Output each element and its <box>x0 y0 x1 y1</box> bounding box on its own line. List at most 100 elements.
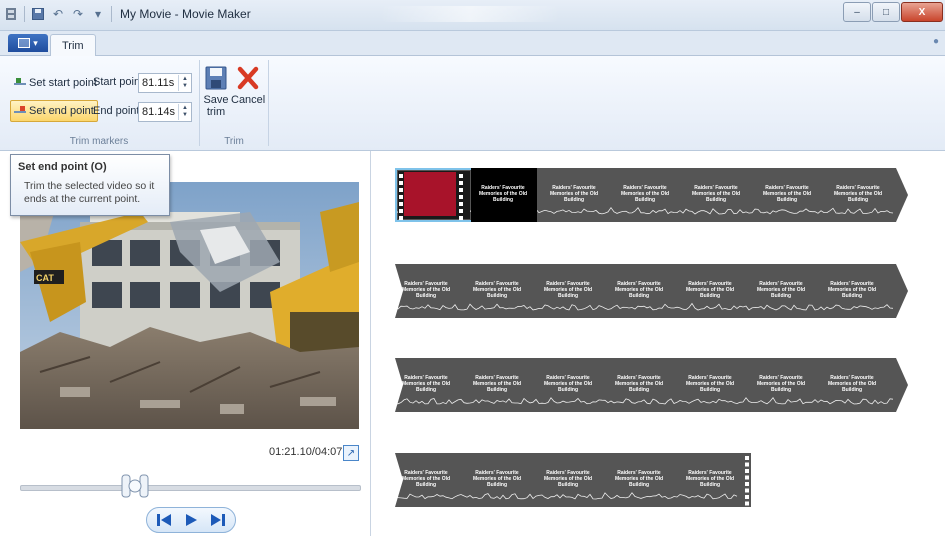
clip-caption: Raiders' Favourite Memories of the Old Bui… <box>398 470 454 488</box>
set-start-point-button[interactable]: Set start point <box>10 72 101 94</box>
minimize-icon[interactable]: – <box>843 2 871 22</box>
tab-trim-label: Trim <box>62 39 84 52</box>
clip-caption: Raiders' Favourite Memories of the Old Bui… <box>753 281 809 299</box>
clip-caption-line: Building <box>629 482 649 488</box>
film-perforation <box>745 462 749 467</box>
end-point-spinner[interactable]: 81.14s ▲ ▼ <box>138 102 192 122</box>
tooltip-body: Trim the selected video so it ends at th… <box>24 180 155 205</box>
save-trim-label-2: trim <box>206 106 226 118</box>
clip-caption: Raiders' Favourite Memories of the Old Bui… <box>469 375 525 393</box>
window-controls: – □ X <box>843 2 943 22</box>
end-point-value[interactable]: 81.14s <box>139 106 178 118</box>
selected-frame-thumbnail[interactable] <box>404 172 456 216</box>
tooltip-title: Set end point (O) <box>18 161 107 173</box>
customize-dropdown-icon[interactable]: ▾ <box>91 6 105 22</box>
clip-caption-line: Building <box>558 293 578 299</box>
clip-caption-line: Building <box>629 387 649 393</box>
video-preview[interactable]: CAT <box>20 182 359 429</box>
spinner-arrows-icon[interactable]: ▲ ▼ <box>178 75 191 91</box>
clip-caption: Raiders' Favourite Memories of the Old Bui… <box>469 281 525 299</box>
film-perforation <box>745 501 749 506</box>
save-trim-button[interactable]: Save trim <box>201 66 231 118</box>
clip-caption-line: Building <box>700 387 720 393</box>
clip-caption-line: Building <box>416 387 436 393</box>
clip-caption: Raiders' Favourite Memories of the Old Bui… <box>759 185 815 203</box>
clip-caption-line: Building <box>848 197 868 203</box>
clip-caption-line: Building <box>771 293 791 299</box>
film-perforation <box>745 482 749 486</box>
start-flag-icon <box>14 78 26 88</box>
clip-caption-line: Building <box>635 197 655 203</box>
storyboard-row[interactable]: Raiders' Favourite Memories of the Old Bui… <box>395 168 908 222</box>
close-glyph: X <box>918 6 926 18</box>
film-perforation <box>459 188 463 192</box>
title-bar: ↶ ↷ ▾ My Movie - Movie Maker – □ X <box>0 0 945 31</box>
clip-caption: Raiders' Favourite Memories of the Old Bui… <box>611 375 667 393</box>
cancel-button[interactable]: Cancel <box>231 66 265 106</box>
storyboard-row[interactable]: Raiders' Favourite Memories of the Old Bui… <box>395 453 751 507</box>
playback-controls <box>146 507 236 533</box>
popout-preview-icon[interactable]: ↗ <box>343 445 359 461</box>
group-trim-markers: Set start point Set end point Start poin… <box>0 56 198 150</box>
quick-access-toolbar: ↶ ↷ ▾ <box>4 6 112 22</box>
seek-bar[interactable] <box>20 485 361 491</box>
clip-caption: Raiders' Favourite Memories of the Old Bui… <box>682 470 738 488</box>
set-start-point-label: Set start point <box>29 77 97 89</box>
redo-icon[interactable]: ↷ <box>71 6 85 22</box>
clip-caption: Raiders' Favourite Memories of the Old Bui… <box>540 375 596 393</box>
start-point-spinner[interactable]: 81.11s ▲ ▼ <box>138 73 192 93</box>
clip-caption: Raiders' Favourite Memories of the Old Bui… <box>824 281 880 299</box>
clip-caption: Raiders' Favourite Memories of the Old Bui… <box>688 185 744 203</box>
clip-caption-line: Building <box>771 387 791 393</box>
play-icon[interactable] <box>179 510 203 530</box>
film-perforation <box>399 195 403 199</box>
save-icon[interactable] <box>31 6 45 22</box>
clip-caption-line: Building <box>564 197 584 203</box>
clip-caption: Raiders' Favourite Memories of the Old Bui… <box>617 185 673 203</box>
clip-caption-line: Building <box>629 293 649 299</box>
close-icon[interactable]: X <box>901 2 943 22</box>
clip-caption: Raiders' Favourite Memories of the Old Bui… <box>540 281 596 299</box>
clip-caption: Raiders' Favourite Memories of the Old Bui… <box>540 470 596 488</box>
save-trim-label-1: Save <box>203 94 229 106</box>
clip-caption-line: Building <box>558 387 578 393</box>
start-point-value[interactable]: 81.11s <box>139 77 178 89</box>
spinner-arrows-icon[interactable]: ▲ ▼ <box>178 104 191 120</box>
clip-caption-line: Building <box>842 293 862 299</box>
help-icon[interactable]: ● <box>933 36 943 48</box>
restore-icon[interactable]: □ <box>872 2 900 22</box>
clip-caption: Raiders' Favourite Memories of the Old Bui… <box>469 470 525 488</box>
application-menu-button[interactable]: ▾ <box>8 34 48 52</box>
film-perforation <box>459 209 463 213</box>
storyboard: Raiders' Favourite Memories of the Old Bui… <box>371 151 945 536</box>
storyboard-row[interactable]: Raiders' Favourite Memories of the Old Bui… <box>395 358 908 412</box>
clip-caption: Raiders' Favourite Memories of the Old Bui… <box>398 375 454 393</box>
set-end-point-label: Set end point <box>29 105 94 117</box>
clip-caption-line: Building <box>487 482 507 488</box>
group-separator <box>268 60 269 146</box>
clip-caption: Raiders' Favourite Memories of the Old Bui… <box>682 375 738 393</box>
seek-thumb[interactable] <box>121 474 149 498</box>
undo-icon[interactable]: ↶ <box>51 6 65 22</box>
next-frame-icon[interactable] <box>206 510 230 530</box>
clip-caption: Raiders' Favourite Memories of the Old Bui… <box>611 281 667 299</box>
group-label-trim-markers: Trim markers <box>69 136 129 147</box>
film-perforation <box>745 488 749 493</box>
film-perforation <box>399 181 403 185</box>
tab-trim[interactable]: Trim <box>50 34 96 56</box>
film-perforation <box>745 469 749 473</box>
clip-caption: Raiders' Favourite Memories of the Old Bui… <box>475 185 531 203</box>
qat-separator <box>111 6 112 22</box>
previous-frame-icon[interactable] <box>152 510 176 530</box>
app-icon[interactable] <box>4 6 18 22</box>
svg-text:CAT: CAT <box>36 273 54 283</box>
cancel-x-icon <box>236 66 260 90</box>
end-flag-icon <box>14 106 26 116</box>
film-perforation <box>459 202 463 206</box>
film-perforation <box>399 188 403 192</box>
clip-caption-line: Building <box>416 293 436 299</box>
film-perforation <box>399 209 403 213</box>
clip-caption: Raiders' Favourite Memories of the Old Bui… <box>546 185 602 203</box>
set-end-point-button[interactable]: Set end point <box>10 100 98 122</box>
storyboard-row[interactable]: Raiders' Favourite Memories of the Old Bui… <box>395 264 908 318</box>
